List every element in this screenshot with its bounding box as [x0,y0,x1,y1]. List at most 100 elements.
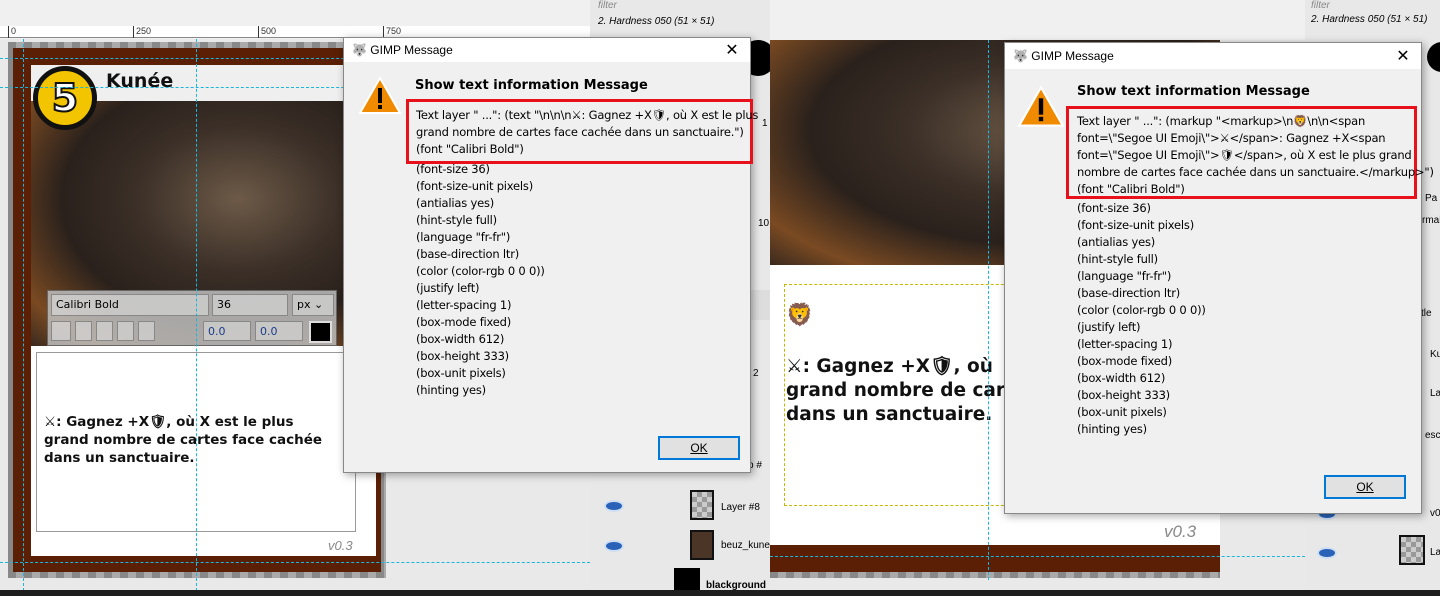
message-line: (justify left) [1077,320,1141,334]
dialog-heading: Show text information Message [415,78,648,93]
message-line: (box-width 612) [416,332,505,346]
message-line: (base-direction ltr) [1077,286,1181,300]
message-line: (letter-spacing 1) [1077,337,1173,351]
rules-line: dans un sanctuaire. [44,450,195,466]
message-line: (justify left) [416,281,480,295]
message-line: (box-height 333) [1077,388,1170,402]
ruler-tick: 250 [133,26,151,38]
ruler-tick: 0 [8,26,16,38]
visibility-eye-icon[interactable] [1317,547,1337,559]
font-input[interactable]: Calibri Bold [51,294,209,316]
visibility-eye-icon[interactable] [604,540,624,552]
partial-value: 10 [758,218,770,229]
ok-label: OK [1356,480,1374,494]
card-frame [770,545,1220,573]
card-version: v0.3 [1164,522,1197,541]
ok-label: OK [690,441,708,455]
lion-emoji: 🦁 [786,302,814,327]
ok-button[interactable]: OK [1324,475,1406,499]
dialog-titlebar: 🐺 GIMP Message ✕ [344,38,750,62]
message-line: font=\"Segoe UI Emoji\">🛡</span>, où X e… [1077,148,1412,162]
card-rules-text: ⚔: Gagnez +X🛡, où grand nombre de car da… [786,355,1005,427]
gimp-icon: 🐺 [1013,49,1032,63]
italic-icon[interactable] [96,321,113,341]
cost-value: 5 [51,75,79,121]
layer-name[interactable]: v0 [1430,508,1440,519]
message-line: (hint-style full) [1077,252,1158,266]
dialog-heading: Show text information Message [1077,84,1310,99]
warning-icon [358,76,402,114]
message-line: (antialias yes) [416,196,495,210]
message-line: (antialias yes) [1077,235,1156,249]
unit-value: px [297,298,311,311]
ruler-tick: 500 [258,26,276,38]
message-line: (box-width 612) [1077,371,1166,385]
layer-thumbnail [1399,535,1425,565]
message-line: (base-direction ltr) [416,247,520,261]
partial-label: esc [1425,430,1440,441]
ok-button[interactable]: OK [658,436,740,460]
layer-name[interactable]: Layer #8 [721,502,760,513]
font-size-input[interactable]: 36 [212,294,288,316]
rules-line: grand nombre de cartes face cachée [44,432,323,448]
text-color-swatch[interactable] [309,321,332,343]
partial-label: La [1430,388,1440,399]
brush-filter-input[interactable]: filter [1311,0,1330,11]
unit-select[interactable]: px ⌄ [292,294,334,316]
partial-label: 2 [753,368,759,379]
message-line: (box-unit pixels) [1077,405,1167,419]
message-line: (box-mode fixed) [416,315,512,329]
message-line: (hinting yes) [1077,422,1147,436]
message-line: nombre de cartes face cachée dans un san… [1077,165,1434,179]
baseline-input[interactable]: 0.0 [203,321,251,341]
chevron-down-icon: ⌄ [314,298,324,311]
underline-icon[interactable] [117,321,134,341]
rules-line: ⚔: Gagnez +X🛡, où X est le plus [44,414,294,430]
brush-name: 2. Hardness 050 (51 × 51) [598,16,715,27]
message-line: grand nombre de cartes face cachée dans … [416,125,744,139]
gimp-message-dialog: 🐺 GIMP Message ✕ Show text information Me… [343,37,758,473]
layer-thumbnail [674,568,700,590]
message-line: (hinting yes) [416,383,486,397]
message-line: (language "fr-fr") [416,230,511,244]
card-rules-text: ⚔: Gagnez +X🛡, où X est le plus grand no… [44,413,322,467]
message-line: Text layer " ...": (text "\n\n\n⚔: Gagne… [416,108,759,122]
brush-name: 2. Hardness 050 (51 × 51) [1311,14,1428,25]
card-version: v0.3 [328,538,353,553]
warning-icon [1017,85,1065,127]
cost-badge: 5 [33,66,97,130]
dialog-title: GIMP Message [370,43,453,57]
message-line: (box-unit pixels) [416,366,506,380]
close-icon[interactable]: ✕ [714,40,750,60]
message-line: (font-size 36) [1077,201,1151,215]
layer-name[interactable]: La [1430,547,1440,558]
strikethrough-icon[interactable] [138,321,155,341]
clear-style-icon[interactable] [51,321,71,341]
rules-line: ⚔: Gagnez +X🛡, où [786,356,993,377]
partial-label: Pa [1425,193,1438,204]
left-screenshot: 0 250 500 750 Kunée 5 ⚔: Gagnez +X🛡, où … [0,0,770,596]
partial-value: 1 [762,118,768,129]
kerning-input[interactable]: 0.0 [255,321,303,341]
visibility-eye-icon[interactable] [604,500,624,512]
message-line: (hint-style full) [416,213,497,227]
message-line: (letter-spacing 1) [416,298,512,312]
brush-filter-input[interactable]: filter [598,0,617,11]
transparency-border [770,572,1220,578]
rules-line: dans un sanctuaire. [786,404,993,425]
bold-icon[interactable] [75,321,92,341]
message-line: (font-size 36) [416,162,490,176]
message-line: (font-size-unit pixels) [1077,218,1194,232]
message-line: (font "Calibri Bold") [1077,182,1185,196]
close-icon[interactable]: ✕ [1385,46,1421,66]
message-line: Text layer " ...": (markup "<markup>\n🦁\… [1077,114,1366,128]
taskbar [0,590,1440,596]
rules-line: grand nombre de car [786,380,1006,401]
brush-preview [1427,42,1440,72]
layer-name[interactable]: beuz_kune [721,540,770,551]
right-screenshot: 🦁 ⚔: Gagnez +X🛡, où grand nombre de car … [770,0,1440,596]
layer-thumbnail [690,490,714,520]
message-line: (color (color-rgb 0 0 0)) [416,264,545,278]
gimp-message-dialog: 🐺 GIMP Message ✕ Show text information Me… [1004,42,1434,514]
gimp-icon: 🐺 [352,43,371,57]
